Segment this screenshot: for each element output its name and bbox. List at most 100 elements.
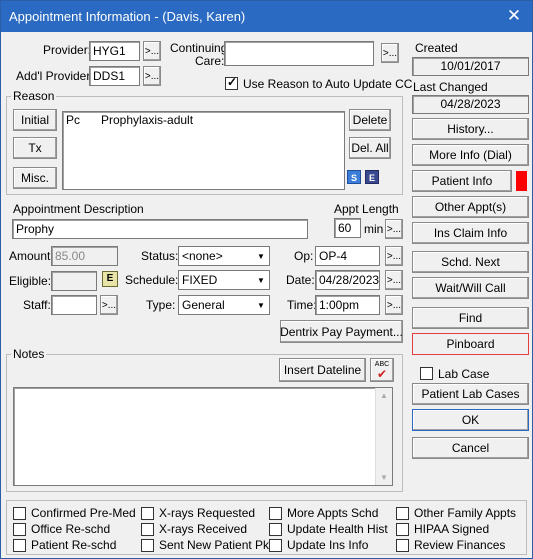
flag-label: Other Family Appts — [414, 506, 517, 520]
status-value: <none> — [182, 249, 223, 263]
staff-browse-button[interactable]: >... — [100, 295, 118, 315]
flag-label: Sent New Patient Pkg — [159, 538, 276, 552]
reason-code: Pc — [66, 113, 81, 127]
type-select[interactable]: General ▼ — [178, 295, 270, 315]
amount-field: 85.00 — [51, 246, 118, 266]
cancel-button[interactable]: Cancel — [412, 437, 529, 459]
misc-button[interactable]: Misc. — [13, 167, 57, 189]
flag-checkbox[interactable] — [141, 507, 154, 520]
flag-checkbox[interactable] — [141, 523, 154, 536]
ok-button[interactable]: OK — [412, 409, 529, 431]
flag-checkbox[interactable] — [269, 539, 282, 552]
appt-length-field[interactable]: 60 — [334, 218, 361, 238]
e-icon[interactable]: E — [365, 170, 379, 184]
flag-checkbox[interactable] — [269, 507, 282, 520]
continuing-care-browse-button[interactable]: >... — [381, 43, 399, 63]
s-icon[interactable]: S — [347, 170, 361, 184]
pinboard-button[interactable]: Pinboard — [412, 333, 529, 355]
flag-label: Review Finances — [414, 538, 506, 552]
appt-desc-field[interactable]: Prophy — [12, 219, 308, 239]
check-mark-icon: ✔ — [376, 367, 388, 381]
schedule-label: Schedule: — [125, 273, 179, 287]
staff-label: Staff: — [23, 298, 51, 312]
eligible-field — [51, 271, 97, 291]
other-appts-button[interactable]: Other Appt(s) — [412, 196, 529, 218]
patient-lab-cases-button[interactable]: Patient Lab Cases — [412, 383, 529, 405]
flag-checkbox[interactable] — [13, 507, 26, 520]
spell-check-icon[interactable]: ABC ✔ — [370, 358, 394, 382]
dentrix-pay-button[interactable]: Dentrix Pay Payment... — [280, 320, 403, 343]
provider-browse-button[interactable]: >... — [143, 41, 161, 61]
lab-case-checkbox[interactable] — [420, 367, 433, 380]
flag-checkbox[interactable] — [396, 539, 409, 552]
provider-field[interactable]: HYG1 — [89, 41, 140, 61]
notes-field[interactable] — [13, 387, 393, 486]
continuing-care-field[interactable] — [224, 41, 374, 66]
notes-group-title: Notes — [11, 347, 47, 361]
created-label: Created — [415, 41, 458, 55]
time-field[interactable]: 1:00pm — [315, 295, 380, 315]
appt-length-unit: min — [364, 222, 384, 236]
title-bar: Appointment Information - (Davis, Karen)… — [1, 1, 532, 32]
appointment-window: Appointment Information - (Davis, Karen)… — [0, 0, 533, 559]
history-button[interactable]: History... — [412, 118, 529, 140]
chevron-down-icon: ▼ — [257, 275, 265, 285]
flag-label: HIPAA Signed — [414, 522, 490, 536]
staff-field[interactable] — [51, 295, 97, 315]
schedule-select[interactable]: FIXED ▼ — [178, 270, 270, 290]
find-button[interactable]: Find — [412, 307, 529, 329]
date-field[interactable]: 04/28/2023 — [315, 270, 380, 290]
schd-next-button[interactable]: Schd. Next — [412, 251, 529, 273]
chevron-down-icon: ▼ — [257, 300, 265, 310]
del-all-button[interactable]: Del. All — [349, 137, 391, 159]
reason-list[interactable]: Pc Prophylaxis-adult — [62, 111, 345, 190]
time-browse-button[interactable]: >... — [385, 295, 403, 315]
reason-desc: Prophylaxis-adult — [101, 113, 194, 127]
flag-label: Patient Re-schd — [31, 538, 117, 552]
list-item[interactable]: Pc Prophylaxis-adult — [66, 113, 341, 127]
window-title: Appointment Information - (Davis, Karen) — [9, 9, 246, 24]
continuing-care-label-2: Care: — [195, 54, 225, 68]
flag-checkbox[interactable] — [396, 507, 409, 520]
op-browse-button[interactable]: >... — [385, 246, 403, 266]
continuing-care-label-1: Continuing — [170, 41, 228, 55]
op-label: Op: — [294, 249, 314, 263]
status-select[interactable]: <none> ▼ — [178, 246, 270, 266]
scroll-up-icon[interactable]: ▲ — [376, 391, 392, 400]
date-label: Date: — [286, 273, 315, 287]
use-reason-label: Use Reason to Auto Update CC — [243, 77, 413, 91]
flag-checkbox[interactable] — [13, 539, 26, 552]
eligible-label: Eligible: — [9, 274, 52, 288]
initial-button[interactable]: Initial — [13, 109, 57, 131]
appt-length-browse-button[interactable]: >... — [385, 219, 403, 239]
tx-button[interactable]: Tx — [13, 137, 57, 159]
op-select[interactable]: OP-4 — [315, 246, 380, 266]
type-label: Type: — [146, 298, 176, 312]
flag-checkbox[interactable] — [269, 523, 282, 536]
patient-info-button[interactable]: Patient Info — [412, 170, 512, 192]
notes-scrollbar[interactable]: ▲ ▼ — [375, 388, 392, 485]
close-icon[interactable]: ✕ — [504, 6, 524, 26]
addl-provider-field[interactable]: DDS1 — [89, 66, 140, 86]
reason-group-title: Reason — [11, 89, 57, 103]
flag-label: More Appts Schd — [287, 506, 379, 520]
scroll-down-icon[interactable]: ▼ — [376, 473, 392, 482]
flag-checkbox[interactable] — [13, 523, 26, 536]
patient-alert-flag — [516, 171, 527, 191]
insert-dateline-button[interactable]: Insert Dateline — [279, 358, 366, 382]
flag-checkbox[interactable] — [396, 523, 409, 536]
flag-label: Update Ins Info — [287, 538, 369, 552]
ins-claim-info-button[interactable]: Ins Claim Info — [412, 222, 529, 244]
wait-will-call-button[interactable]: Wait/Will Call — [412, 277, 529, 299]
use-reason-checkbox[interactable] — [225, 75, 238, 90]
addl-provider-browse-button[interactable]: >... — [143, 66, 161, 86]
date-browse-button[interactable]: >... — [385, 270, 403, 290]
flag-checkbox[interactable] — [141, 539, 154, 552]
more-info-button[interactable]: More Info (Dial) — [412, 144, 529, 166]
status-label: Status: — [141, 249, 179, 263]
provider-label: Provider: — [43, 43, 92, 57]
type-value: General — [182, 298, 225, 312]
delete-button[interactable]: Delete — [349, 109, 391, 131]
chevron-down-icon: ▼ — [257, 251, 265, 261]
eligibility-icon[interactable]: E — [102, 271, 118, 287]
